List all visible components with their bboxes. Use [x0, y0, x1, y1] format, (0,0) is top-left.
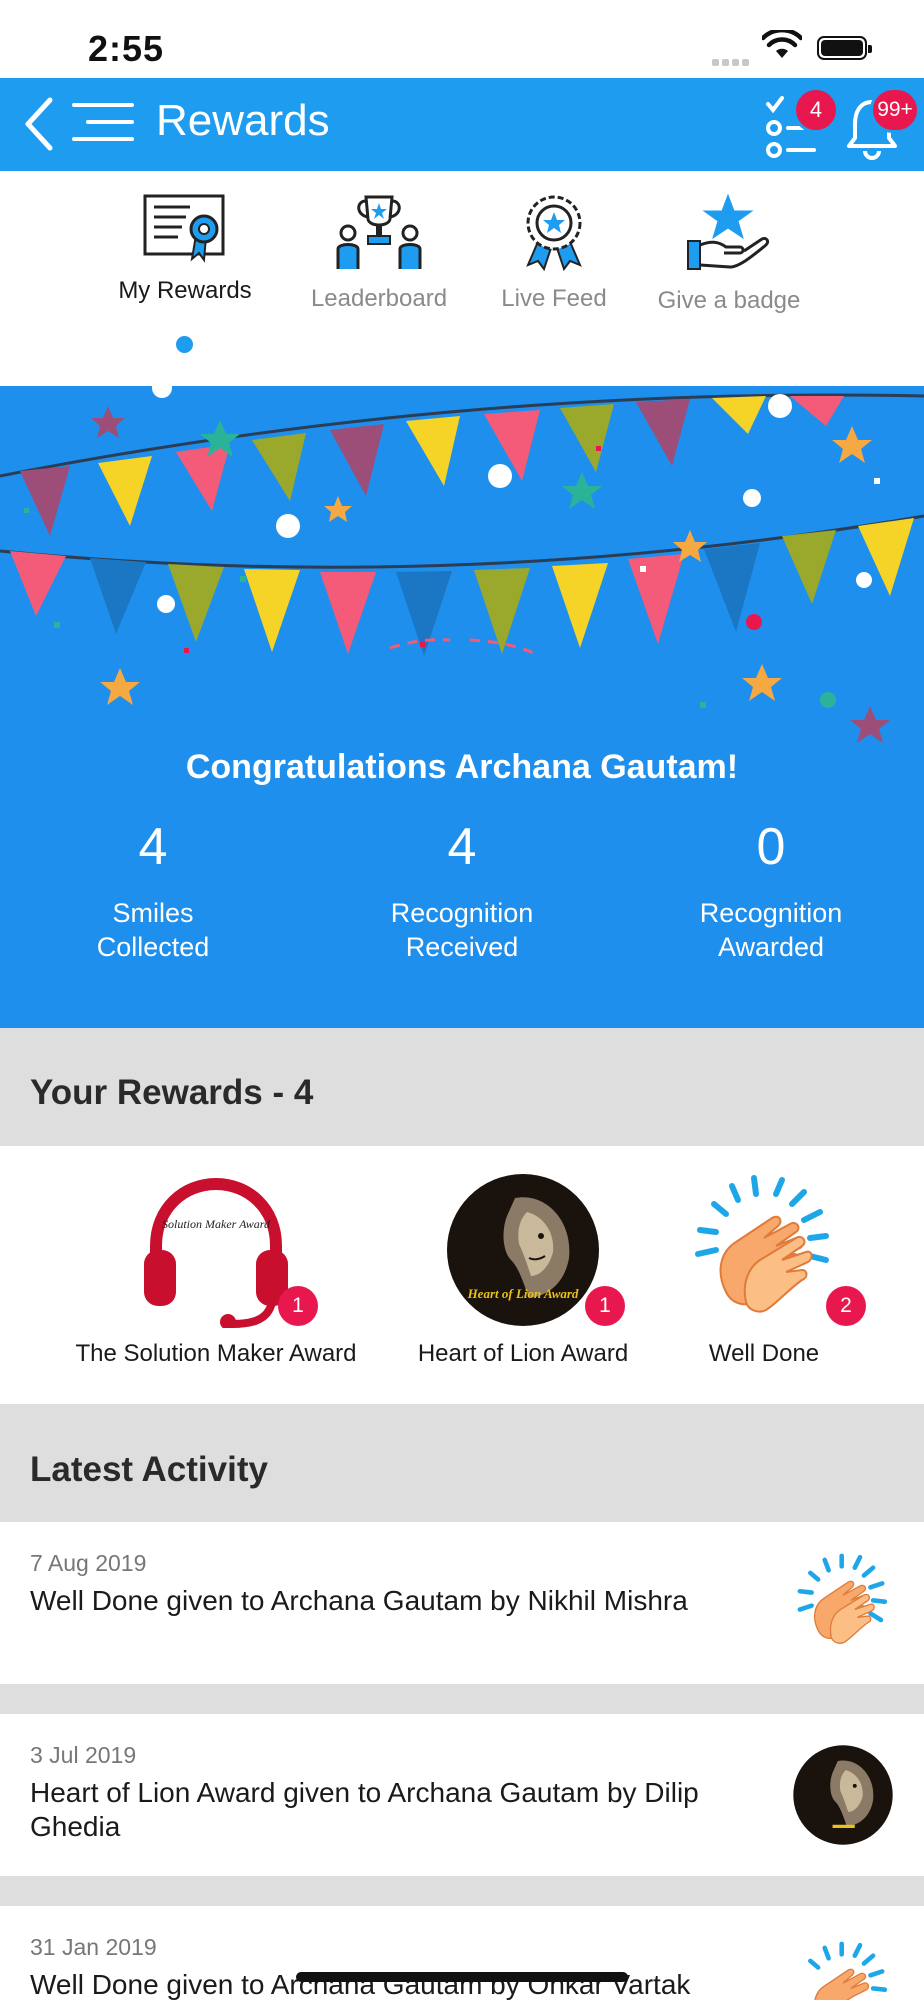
stat-value: 0 [756, 818, 786, 876]
reward-count-badge: 1 [278, 1286, 318, 1326]
stat-label: Recognition Awarded [699, 898, 843, 962]
clapping-hands-icon [695, 1175, 829, 1313]
cellular-signal-icon [712, 53, 752, 66]
activity-text: Heart of Lion Award given to Archana Gau… [30, 1777, 699, 1842]
page-title: Rewards [156, 96, 330, 145]
back-icon[interactable] [20, 92, 60, 156]
activity-heading: Latest Activity [30, 1450, 268, 1489]
reward-count-badge: 1 [585, 1286, 625, 1326]
activity-text: Well Done given to Archana Gautam by Nik… [30, 1585, 688, 1616]
stat-label: Smiles Collected [96, 898, 210, 962]
stat-recognition-received: 4 Recognition Received [342, 816, 582, 964]
headphones-award-icon: Solution Maker Award [144, 1177, 288, 1330]
tab-my-rewards[interactable]: My Rewards [110, 193, 260, 305]
rewards-section-header: Your Rewards - 4 [0, 1028, 924, 1146]
badge-lettering: Solution Maker Award [162, 1217, 271, 1231]
activity-item[interactable]: 7 Aug 2019 Well Done given to Archana Ga… [0, 1522, 924, 1684]
activity-date: 3 Jul 2019 [30, 1742, 137, 1768]
tab-label: My Rewards [118, 277, 252, 304]
tab-give-a-badge[interactable]: Give a badge [654, 193, 804, 315]
activity-date: 7 Aug 2019 [30, 1550, 147, 1576]
certificate-icon [143, 194, 225, 263]
reward-well-done[interactable]: 2 Well Done [684, 1172, 866, 1368]
tab-label: Give a badge [657, 287, 801, 314]
congratulations-heading: Congratulations Archana Gautam! [185, 748, 739, 786]
medal-icon [526, 195, 582, 271]
badge-lettering: Heart of Lion Award [467, 1286, 579, 1301]
trophy-icon [336, 195, 422, 269]
stat-value: 4 [447, 818, 477, 876]
menu-icon[interactable] [72, 103, 134, 145]
status-time: 2:55 [88, 28, 165, 69]
app-header: Rewards 4 99+ [0, 78, 924, 171]
status-bar: 2:55 [0, 0, 924, 78]
activity-date: 31 Jan 2019 [30, 1934, 157, 1960]
reward-name: Heart of Lion Award [417, 1340, 629, 1367]
rewards-list: Solution Maker Award 1 The Solution Make… [0, 1146, 924, 1404]
notifications-count-badge: 99+ [870, 87, 920, 133]
reward-solution-maker[interactable]: Solution Maker Award 1 The Solution Make… [66, 1172, 366, 1368]
stat-recognition-awarded: 0 Recognition Awarded [651, 816, 891, 964]
active-tab-indicator [176, 336, 193, 353]
lion-award-icon [793, 1745, 893, 1845]
tab-leaderboard[interactable]: Leaderboard [300, 193, 458, 313]
rewards-heading: Your Rewards - 4 [30, 1073, 314, 1112]
activity-item[interactable]: 3 Jul 2019 Heart of Lion Award given to … [0, 1714, 924, 1876]
reward-name: Well Done [708, 1340, 820, 1367]
reward-count-badge: 2 [826, 1286, 866, 1326]
tasks-count-badge: 4 [793, 87, 839, 133]
tab-label: Live Feed [501, 285, 607, 312]
lion-award-icon: Heart of Lion Award [447, 1174, 599, 1326]
stat-smiles-collected: 4 Smiles Collected [33, 816, 273, 964]
reward-heart-of-lion[interactable]: Heart of Lion Award 1 Heart of Lion Awar… [403, 1172, 643, 1368]
clapping-hands-icon [797, 1553, 888, 1644]
list-divider [0, 1684, 924, 1714]
bunting-decoration-illustration [0, 386, 924, 743]
hand-star-icon [687, 193, 770, 270]
reward-name: The Solution Maker Award [75, 1340, 357, 1367]
activity-item[interactable]: 31 Jan 2019 Well Done given to Archana G… [0, 1906, 924, 2000]
clapping-hands-icon [808, 1941, 888, 2000]
stat-label: Recognition Received [390, 898, 534, 962]
rewards-tab-bar: My Rewards Leaderboard Live Feed Give a … [0, 171, 924, 386]
tab-label: Leaderboard [310, 285, 448, 312]
battery-icon [817, 36, 872, 60]
congratulations-banner: Congratulations Archana Gautam! 4 Smiles… [0, 386, 924, 1028]
wifi-icon [762, 30, 802, 58]
home-indicator[interactable] [296, 1972, 628, 1982]
tab-live-feed[interactable]: Live Feed [494, 193, 614, 313]
activity-section-header: Latest Activity [0, 1404, 924, 1522]
list-divider [0, 1876, 924, 1906]
stat-value: 4 [138, 818, 168, 876]
